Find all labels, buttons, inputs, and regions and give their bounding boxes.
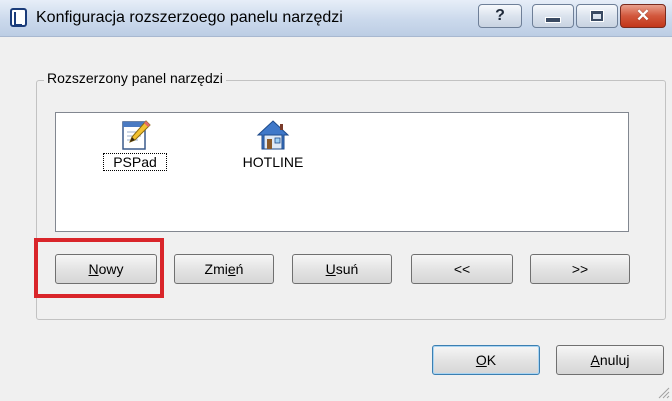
list-item-pspad[interactable]: PSPad — [103, 118, 167, 171]
title-bar[interactable]: Konfiguracja rozszerzoego panelu narzędz… — [0, 0, 672, 37]
close-button[interactable]: ✕ — [620, 4, 666, 28]
dialog-window: Konfiguracja rozszerzoego panelu narzędz… — [0, 0, 672, 401]
edit-button[interactable]: Zmi e ń — [174, 254, 274, 284]
new-button[interactable]: Nowy — [55, 254, 157, 284]
minimize-button[interactable] — [532, 4, 574, 28]
cancel-button[interactable]: Anuluj — [556, 345, 664, 375]
list-item-label: HOTLINE — [242, 154, 304, 170]
delete-button[interactable]: Usuń — [292, 254, 392, 284]
house-icon — [256, 120, 290, 150]
help-icon: ? — [495, 7, 505, 24]
list-item-hotline[interactable]: HOTLINE — [230, 118, 316, 170]
window-title: Konfiguracja rozszerzoego panelu narzędz… — [36, 9, 343, 26]
app-icon — [10, 8, 27, 27]
resize-grip-icon[interactable] — [656, 385, 670, 399]
notepad-pencil-icon — [122, 120, 151, 150]
move-left-button[interactable]: << — [411, 254, 513, 284]
list-item-label: PSPad — [103, 153, 167, 171]
ok-button[interactable]: OK — [432, 345, 540, 375]
maximize-icon — [590, 10, 604, 22]
move-right-button[interactable]: >> — [530, 254, 630, 284]
tools-listview[interactable]: PSPad HOTLINE — [55, 112, 629, 232]
groupbox-legend: Rozszerzony panel narzędzi — [44, 70, 226, 86]
maximize-button[interactable] — [576, 4, 618, 28]
help-button[interactable]: ? — [478, 4, 522, 28]
minimize-icon — [545, 17, 561, 23]
close-icon: ✕ — [635, 6, 651, 25]
